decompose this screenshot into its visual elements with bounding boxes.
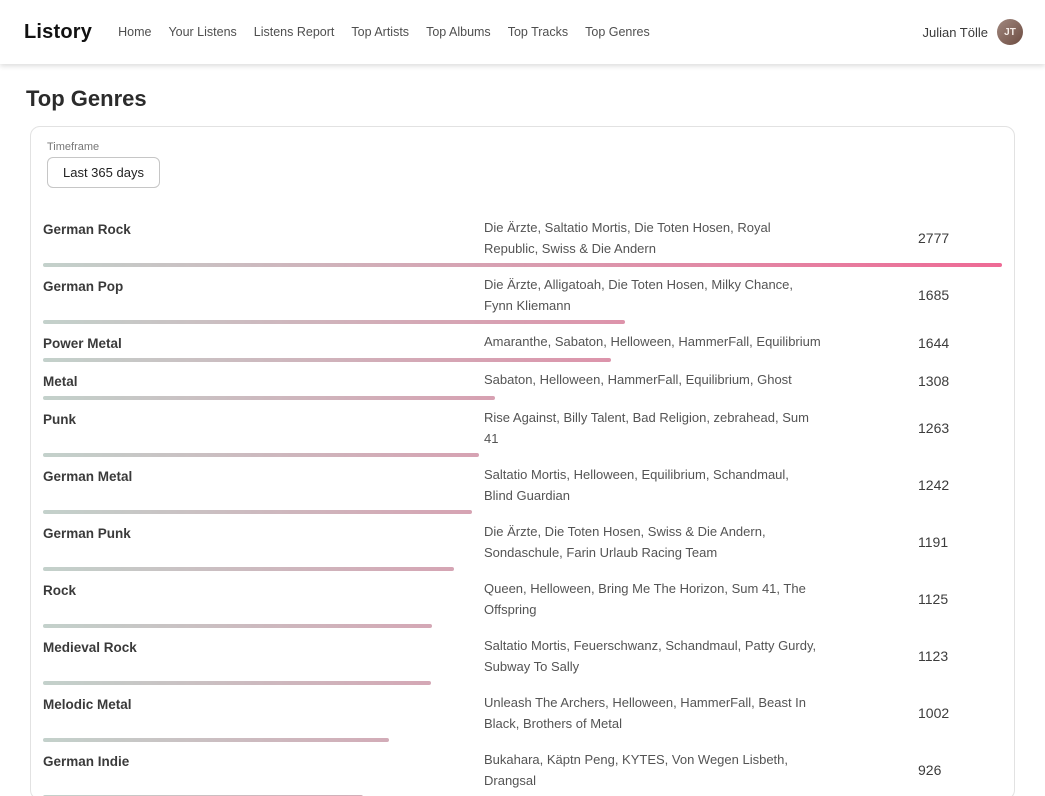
genre-name: German Rock: [43, 217, 484, 240]
genre-name: Melodic Metal: [43, 692, 484, 715]
genre-count: 1191: [918, 534, 1002, 550]
user-avatar[interactable]: JT: [997, 19, 1023, 45]
genre-artists: Sabaton, Helloween, HammerFall, Equilibr…: [484, 369, 821, 390]
timeframe-label: Timeframe: [47, 141, 998, 153]
genre-row: German Indie Bukahara, Käptn Peng, KYTES…: [43, 742, 1002, 796]
top-genres-card: Timeframe Last 365 days German Rock Die …: [30, 126, 1015, 796]
user-name[interactable]: Julian Tölle: [922, 25, 988, 40]
genre-name: Medieval Rock: [43, 635, 484, 658]
nav-item-top-genres[interactable]: Top Genres: [585, 25, 650, 39]
genre-row: German Pop Die Ärzte, Alligatoah, Die To…: [43, 267, 1002, 324]
genre-artists: Amaranthe, Sabaton, Helloween, HammerFal…: [484, 331, 821, 352]
genre-artists: Die Ärzte, Alligatoah, Die Toten Hosen, …: [484, 274, 821, 316]
genre-row: Rock Queen, Helloween, Bring Me The Hori…: [43, 571, 1002, 628]
genre-count: 1242: [918, 477, 1002, 493]
genre-name: German Metal: [43, 464, 484, 487]
app-logo[interactable]: Listory: [24, 21, 92, 44]
nav-item-top-tracks[interactable]: Top Tracks: [508, 25, 568, 39]
genre-row: Power Metal Amaranthe, Sabaton, Hellowee…: [43, 324, 1002, 362]
genre-row: Melodic Metal Unleash The Archers, Hello…: [43, 685, 1002, 742]
genre-artists: Die Ärzte, Saltatio Mortis, Die Toten Ho…: [484, 217, 821, 259]
genre-artists: Saltatio Mortis, Helloween, Equilibrium,…: [484, 464, 821, 506]
genre-row: German Rock Die Ärzte, Saltatio Mortis, …: [43, 210, 1002, 267]
genre-count: 1123: [918, 648, 1002, 664]
nav-item-top-albums[interactable]: Top Albums: [426, 25, 491, 39]
genre-count: 1263: [918, 420, 1002, 436]
genre-row: Medieval Rock Saltatio Mortis, Feuerschw…: [43, 628, 1002, 685]
genre-artists: Rise Against, Billy Talent, Bad Religion…: [484, 407, 821, 449]
genre-name: Rock: [43, 578, 484, 601]
genre-artists: Queen, Helloween, Bring Me The Horizon, …: [484, 578, 821, 620]
genre-table: German Rock Die Ärzte, Saltatio Mortis, …: [43, 210, 1002, 796]
genre-name: Metal: [43, 369, 484, 392]
genre-artists: Unleash The Archers, Helloween, HammerFa…: [484, 692, 821, 734]
genre-count: 1644: [918, 335, 1002, 351]
genre-row: Metal Sabaton, Helloween, HammerFall, Eq…: [43, 362, 1002, 400]
genre-count: 926: [918, 762, 1002, 778]
nav-item-your-listens[interactable]: Your Listens: [168, 25, 236, 39]
timeframe-select[interactable]: Last 365 days: [47, 157, 160, 188]
app-bar: Listory Home Your Listens Listens Report To…: [0, 0, 1045, 64]
genre-count: 1002: [918, 705, 1002, 721]
genre-name: German Indie: [43, 749, 484, 772]
genre-row: German Metal Saltatio Mortis, Helloween,…: [43, 457, 1002, 514]
genre-artists: Die Ärzte, Die Toten Hosen, Swiss & Die …: [484, 521, 821, 563]
nav-item-home[interactable]: Home: [118, 25, 151, 39]
genre-count: 1685: [918, 287, 1002, 303]
genre-row: Punk Rise Against, Billy Talent, Bad Rel…: [43, 400, 1002, 457]
nav-links: Home Your Listens Listens Report Top Artist…: [118, 25, 650, 39]
timeframe-block: Timeframe Last 365 days: [47, 141, 998, 188]
genre-name: German Pop: [43, 274, 484, 297]
appbar-right: Julian Tölle JT: [922, 19, 1023, 45]
genre-name: German Punk: [43, 521, 484, 544]
nav-item-listens-report[interactable]: Listens Report: [254, 25, 335, 39]
genre-artists: Bukahara, Käptn Peng, KYTES, Von Wegen L…: [484, 749, 821, 791]
genre-count: 1125: [918, 591, 1002, 607]
page-title: Top Genres: [0, 64, 1045, 126]
genre-row: German Punk Die Ärzte, Die Toten Hosen, …: [43, 514, 1002, 571]
genre-artists: Saltatio Mortis, Feuerschwanz, Schandmau…: [484, 635, 821, 677]
nav-item-top-artists[interactable]: Top Artists: [351, 25, 409, 39]
genre-count: 1308: [918, 373, 1002, 389]
genre-name: Punk: [43, 407, 484, 430]
genre-name: Power Metal: [43, 331, 484, 354]
genre-count: 2777: [918, 230, 1002, 246]
